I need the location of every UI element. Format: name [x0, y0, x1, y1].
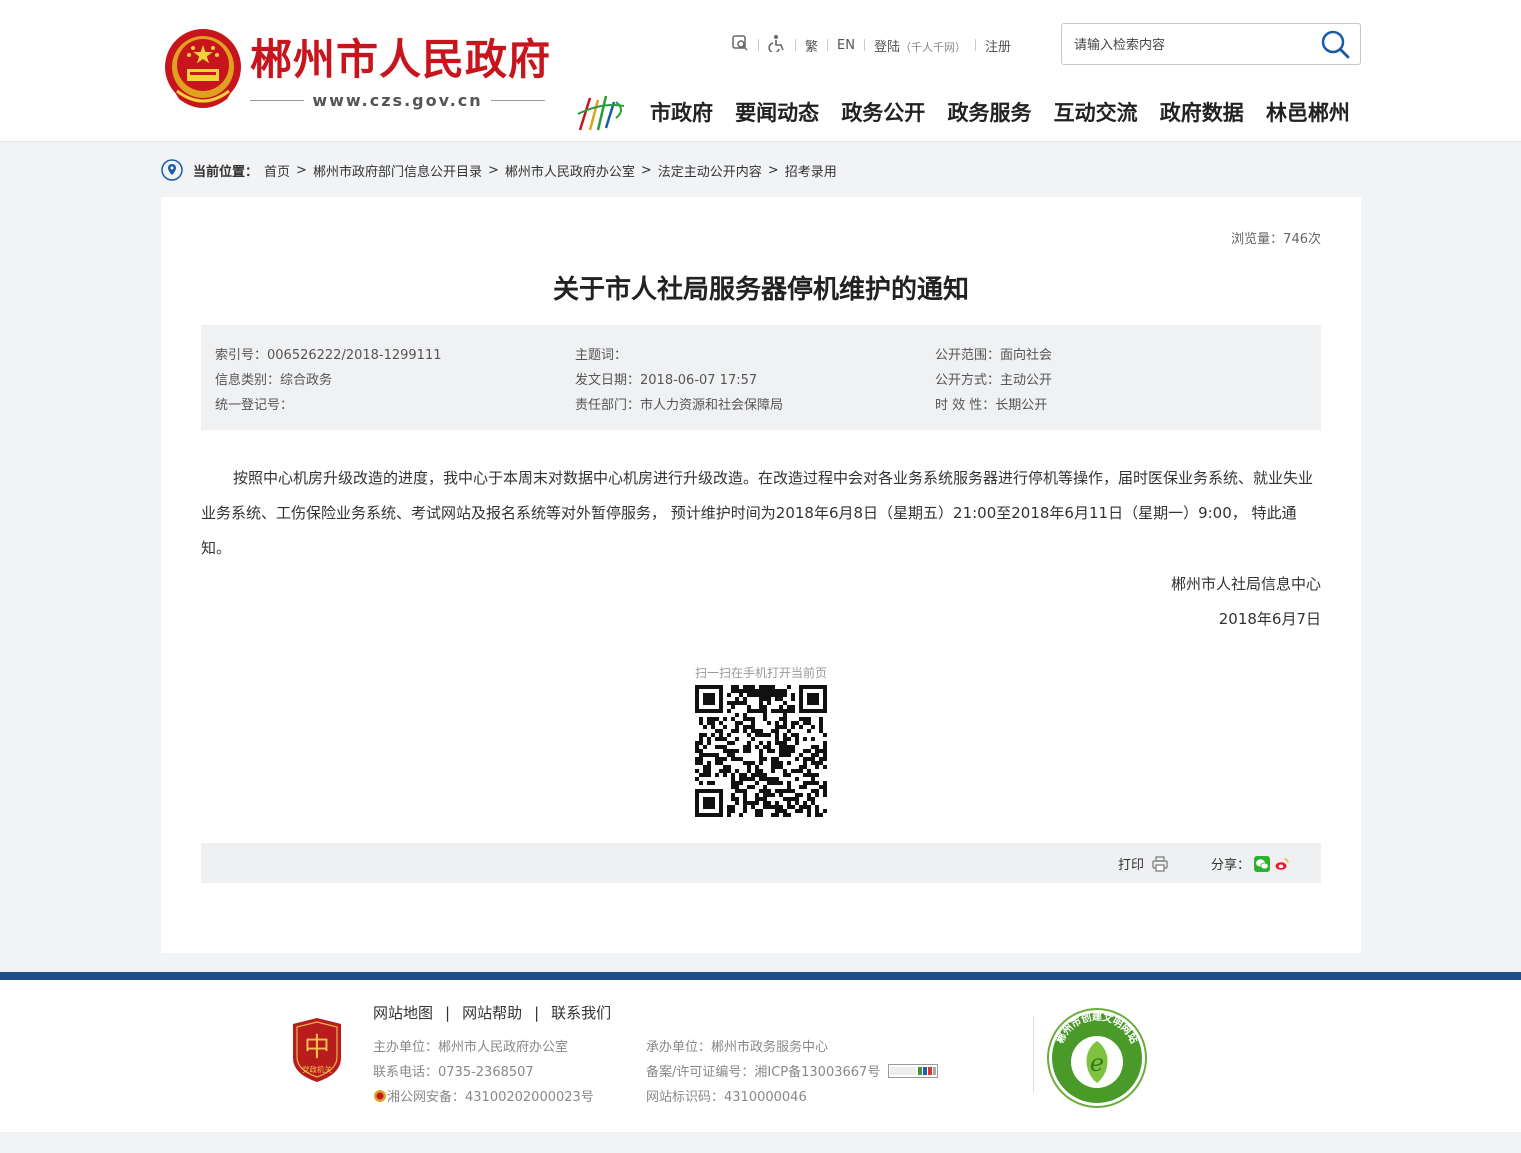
footer-sponsor: 主办单位：郴州市人民政府办公室 — [373, 1040, 569, 1055]
national-emblem-icon[interactable] — [163, 27, 243, 111]
nav-item-government-services[interactable]: 政务服务 — [935, 97, 1041, 127]
divider — [490, 99, 546, 101]
contact-us-link[interactable]: 联系我们 — [551, 1002, 611, 1023]
print-label: 打印 — [1118, 858, 1145, 873]
article-title: 关于市人社局服务器停机维护的通知 — [552, 275, 969, 305]
nav-item-interaction[interactable]: 互动交流 — [1042, 97, 1148, 127]
meta-dept: 责任部门：市人力资源和社会保障局 — [575, 398, 784, 413]
footer-site-code: 网站标识码：4310000046 — [646, 1090, 807, 1105]
article-actions: 打印 分享： — [201, 843, 1321, 883]
site-header: 郴州市人民政府 www.czs.gov.cn 繁 EN 登陆（千人千网） 注册 — [0, 0, 1521, 142]
nav-item-government-data[interactable]: 政府数据 — [1148, 97, 1254, 127]
footer-link-separator: | — [445, 1003, 451, 1022]
search-box — [1061, 23, 1361, 66]
breadcrumb-separator: > — [487, 162, 499, 178]
svg-text:党政机关: 党政机关 — [302, 1064, 332, 1074]
login-label: 登陆 — [873, 39, 900, 55]
register-link[interactable]: 注册 — [976, 36, 1020, 55]
wechat-icon[interactable] — [1254, 855, 1271, 872]
meta-date: 发文日期：2018-06-07 17:57 — [575, 373, 758, 388]
breadcrumb-separator: > — [640, 162, 652, 178]
english-link[interactable]: EN — [828, 38, 864, 53]
meta-scope: 公开范围：面向社会 — [935, 348, 1053, 363]
meta-method: 公开方式：主动公开 — [935, 373, 1053, 388]
site-url: www.czs.gov.cn — [250, 89, 546, 111]
breadcrumb-home[interactable]: 首页 — [264, 161, 290, 180]
qr-tip: 扫一扫在手机打开当前页 — [694, 666, 827, 680]
footer-bottom-strip — [0, 1132, 1521, 1153]
printer-icon — [1152, 855, 1168, 872]
breadcrumb: 当前位置： 首页 > 郴州市政府部门信息公开目录 > 郴州市人民政府办公室 > … — [161, 158, 837, 182]
footer-operator: 承办单位：郴州市政务服务中心 — [646, 1040, 829, 1055]
svg-text:e: e — [1090, 1049, 1104, 1077]
footer-accent-bar — [0, 972, 1521, 980]
accessibility-icon[interactable] — [759, 34, 795, 56]
site-footer: 中 党政机关 网站地图 | 网站帮助 | 联系我们 主办单位：郴州市人民政府办公… — [0, 980, 1521, 1132]
login-note: （千人千网） — [899, 40, 966, 54]
share-group: 分享： — [1211, 854, 1291, 873]
breadcrumb-label: 当前位置： — [193, 164, 259, 180]
meta-validity: 时 效 性：长期公开 — [935, 398, 1048, 413]
breadcrumb-government-office[interactable]: 郴州市人民政府办公室 — [505, 161, 635, 180]
footer-police-text: 湘公网安备：43100202000023号 — [387, 1090, 594, 1105]
party-government-badge-icon[interactable]: 中 党政机关 — [289, 1018, 345, 1082]
elder-mode-icon[interactable] — [722, 34, 758, 56]
city-logo-icon — [577, 95, 625, 131]
print-button[interactable]: 打印 — [1118, 854, 1168, 873]
meta-index-no: 索引号：006526222/2018-1299111 — [215, 348, 442, 363]
nav-item-linyi-chenzhou[interactable]: 林邑郴州 — [1254, 97, 1360, 127]
meta-topic: 主题词： — [575, 348, 628, 363]
meta-reg-no: 统一登记号： — [215, 398, 294, 413]
search-icon[interactable] — [1320, 29, 1350, 59]
nav-item-news[interactable]: 要闻动态 — [723, 97, 829, 127]
article-meta: 索引号：006526222/2018-1299111 主题词： 公开范围：面向社… — [201, 325, 1321, 430]
qr-code — [695, 685, 827, 817]
footer-phone: 联系电话：0735-2368507 — [373, 1065, 534, 1080]
svg-text:中: 中 — [304, 1033, 330, 1063]
civilized-website-badge-icon[interactable]: e 郴州市创建文明网站 — [1046, 1007, 1148, 1109]
police-badge-icon — [374, 1089, 386, 1102]
traditional-chinese-link[interactable]: 繁 — [796, 36, 827, 55]
weibo-icon[interactable] — [1274, 855, 1291, 872]
nav-item-city-government[interactable]: 市政府 — [638, 97, 723, 127]
footer-divider — [1033, 1016, 1034, 1092]
main-nav: 市政府 要闻动态 政务公开 政务服务 互动交流 政府数据 林邑郴州 — [638, 92, 1360, 132]
divider — [250, 99, 305, 101]
share-label: 分享： — [1211, 858, 1251, 873]
site-url-text: www.czs.gov.cn — [312, 90, 483, 110]
footer-icp[interactable]: 备案/许可证编号：湘ICP备13003667号 — [646, 1061, 939, 1080]
meta-category: 信息类别：综合政务 — [215, 373, 333, 388]
cnzz-icon — [888, 1063, 939, 1078]
footer-link-separator: | — [534, 1003, 540, 1022]
site-map-link[interactable]: 网站地图 — [373, 1002, 433, 1023]
site-title[interactable]: 郴州市人民政府 — [250, 34, 551, 86]
location-pin-icon — [161, 159, 183, 181]
breadcrumb-dept-directory[interactable]: 郴州市政府部门信息公开目录 — [313, 161, 482, 180]
breadcrumb-statutory-content[interactable]: 法定主动公开内容 — [658, 161, 762, 180]
site-help-link[interactable]: 网站帮助 — [462, 1002, 522, 1023]
header-toolbar: 繁 EN 登陆（千人千网） 注册 — [722, 34, 1020, 56]
footer-police[interactable]: 湘公网安备：43100202000023号 — [373, 1086, 594, 1105]
article-body: 按照中心机房升级改造的进度，我中心于本周末对数据中心机房进行升级改造。在改造过程… — [201, 469, 1314, 557]
breadcrumb-separator: > — [296, 162, 307, 178]
view-count: 浏览量：746次 — [1231, 232, 1321, 247]
breadcrumb-recruitment[interactable]: 招考录用 — [785, 161, 837, 180]
article-sign-date: 2018年6月7日 — [1218, 610, 1321, 628]
article-panel: 浏览量：746次 关于市人社局服务器停机维护的通知 索引号：006526222/… — [161, 197, 1361, 953]
nav-item-government-affairs-public[interactable]: 政务公开 — [829, 97, 935, 127]
article-signature: 郴州市人社局信息中心 — [1170, 575, 1321, 593]
login-link[interactable]: 登陆（千人千网） — [865, 36, 975, 55]
footer-links: 网站地图 | 网站帮助 | 联系我们 — [373, 1002, 611, 1023]
breadcrumb-separator: > — [767, 162, 779, 178]
search-input[interactable] — [1072, 24, 1316, 66]
footer-icp-text: 备案/许可证编号：湘ICP备13003667号 — [646, 1065, 881, 1080]
